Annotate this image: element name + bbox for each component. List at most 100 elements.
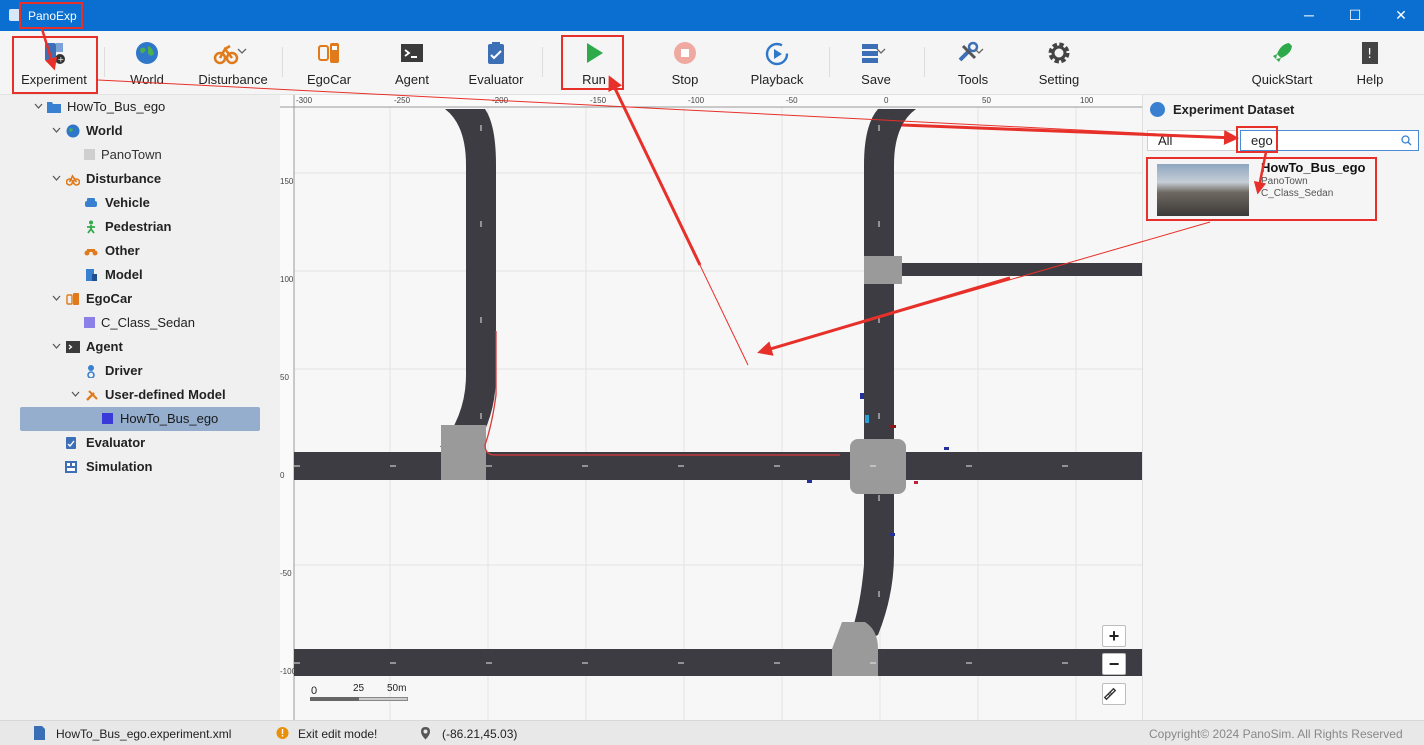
save-button[interactable]: Save — [846, 31, 906, 95]
x-tick: -50 — [786, 96, 798, 105]
tools-icon — [86, 390, 98, 401]
tree-node-sedan[interactable]: C_Class_Sedan — [84, 311, 244, 335]
window-title: PanoExp — [28, 9, 77, 23]
tree-node-bus-ego[interactable]: HowTo_Bus_ego — [102, 407, 252, 431]
location-pin-icon — [421, 727, 430, 740]
tree-node-egocar[interactable]: EgoCar — [52, 287, 252, 311]
ruler-icon — [1103, 687, 1117, 701]
dataset-search-input[interactable] — [1240, 130, 1419, 151]
playback-icon — [765, 42, 789, 66]
tree-node-panotown[interactable]: PanoTown — [84, 143, 244, 167]
dataset-card-car: C_Class_Sedan — [1261, 188, 1334, 199]
zoom-out-button[interactable]: − — [1102, 653, 1126, 675]
y-tick: -100 — [280, 667, 297, 676]
tree-node-simulation[interactable]: Simulation — [64, 455, 264, 479]
close-button[interactable]: ✕ — [1378, 0, 1424, 31]
minimize-button[interactable]: ─ — [1286, 0, 1332, 31]
refresh-icon[interactable] — [1150, 102, 1165, 117]
y-tick: 0 — [280, 471, 285, 480]
tree-node-vehicle[interactable]: Vehicle — [84, 191, 244, 215]
toolbar-separator — [542, 47, 543, 77]
egocar-button[interactable]: EgoCar — [298, 31, 360, 95]
warning-icon — [276, 727, 289, 739]
main-toolbar: + Experiment World Disturbance EgoCar Ag… — [0, 31, 1424, 95]
copyright-text: Copyright© 2024 PanoSim. All Rights Rese… — [1149, 727, 1403, 741]
tree-node-driver[interactable]: Driver — [84, 359, 244, 383]
tree-node-user-model[interactable]: User-defined Model — [71, 383, 271, 407]
tree-node-disturbance[interactable]: Disturbance — [52, 167, 252, 191]
tools-button[interactable]: Tools — [942, 31, 1004, 95]
tree-node-other[interactable]: Other — [84, 239, 244, 263]
simulation-icon — [65, 461, 77, 473]
y-tick: -50 — [280, 569, 292, 578]
tree-node-root[interactable]: HowTo_Bus_ego — [34, 95, 234, 119]
scale-bar: 0 25 50m — [310, 683, 410, 705]
bike-icon — [66, 174, 80, 186]
x-tick: -150 — [590, 96, 607, 105]
chevron-down-icon — [237, 48, 247, 54]
x-tick: -100 — [688, 96, 705, 105]
evaluator-button[interactable]: Evaluator — [462, 31, 530, 95]
tree-node-world[interactable]: World — [52, 119, 252, 143]
world-button[interactable]: World — [117, 31, 177, 95]
toolbar-separator — [829, 47, 830, 77]
app-icon — [9, 9, 21, 21]
dataset-card[interactable]: HowTo_Bus_ego PanoTown C_Class_Sedan — [1153, 160, 1373, 220]
maximize-button[interactable]: ☐ — [1332, 0, 1378, 31]
quickstart-button[interactable]: QuickStart — [1248, 31, 1316, 95]
x-tick: -200 — [492, 96, 509, 105]
setting-button[interactable]: Setting — [1030, 31, 1088, 95]
file-icon — [34, 726, 45, 740]
map-canvas[interactable]: -300 -250 -200 -150 -100 -50 0 50 100 15… — [280, 95, 1142, 720]
experiment-tree: HowTo_Bus_ego World PanoTown Disturbance… — [0, 95, 280, 720]
gear-icon — [1048, 42, 1070, 64]
disturbance-button[interactable]: Disturbance — [195, 31, 271, 95]
chevron-down-icon — [876, 48, 886, 54]
chevron-down-icon — [52, 175, 61, 181]
motorbike-icon — [84, 249, 98, 256]
folder-icon — [47, 102, 61, 113]
tree-node-evaluator[interactable]: Evaluator — [64, 431, 264, 455]
run-button[interactable]: Run — [566, 31, 622, 95]
model-square-icon — [84, 317, 95, 328]
dataset-card-world: PanoTown — [1261, 176, 1308, 187]
x-tick: 0 — [884, 96, 889, 105]
terminal-icon — [401, 44, 423, 62]
y-tick: 50 — [280, 373, 289, 382]
search-icon[interactable] — [1401, 135, 1412, 146]
chevron-down-icon — [34, 103, 43, 109]
play-icon — [587, 43, 603, 63]
svg-text:+: + — [58, 55, 65, 64]
svg-text:!: ! — [1367, 47, 1372, 62]
measure-ruler-button[interactable] — [1102, 683, 1126, 705]
terminal-icon — [66, 341, 80, 353]
clipboard-check-icon — [66, 437, 76, 449]
y-tick: 150 — [280, 177, 294, 186]
playback-button[interactable]: Playback — [744, 31, 810, 95]
help-button[interactable]: ! Help — [1344, 31, 1396, 95]
zoom-in-button[interactable]: + — [1102, 625, 1126, 647]
x-tick: 50 — [982, 96, 991, 105]
experiment-button[interactable]: + Experiment — [14, 31, 94, 95]
stop-icon — [674, 42, 696, 64]
status-mode[interactable]: Exit edit mode! — [298, 727, 377, 741]
agent-button[interactable]: Agent — [382, 31, 442, 95]
chevron-down-icon — [52, 295, 61, 301]
map-square-icon — [84, 149, 95, 160]
tree-node-agent[interactable]: Agent — [52, 335, 252, 359]
chevron-down-icon — [52, 343, 61, 349]
tree-node-pedestrian[interactable]: Pedestrian — [84, 215, 244, 239]
globe-icon — [136, 42, 158, 64]
dataset-filter-select[interactable]: All — [1147, 130, 1237, 151]
dataset-title: Experiment Dataset — [1173, 102, 1295, 117]
title-bar: PanoExp ─ ☐ ✕ — [0, 0, 1424, 31]
egocar-icon — [66, 293, 79, 305]
bike-icon — [213, 44, 239, 65]
status-bar: HowTo_Bus_ego.experiment.xml Exit edit m… — [0, 720, 1424, 745]
tree-node-model[interactable]: Model — [84, 263, 244, 287]
stop-button[interactable]: Stop — [658, 31, 712, 95]
help-book-icon: ! — [1362, 42, 1378, 64]
chevron-down-icon — [71, 391, 80, 397]
experiment-icon: + — [45, 43, 65, 64]
x-tick: -300 — [296, 96, 313, 105]
